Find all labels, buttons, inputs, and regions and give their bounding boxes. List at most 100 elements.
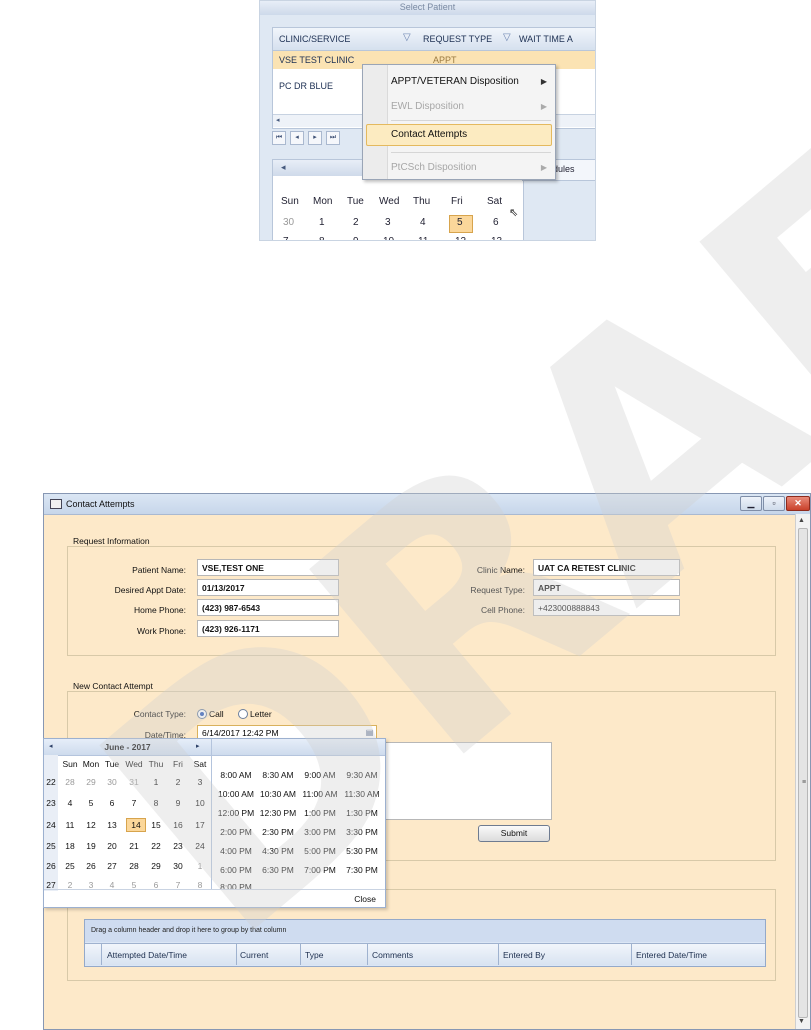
scroll-left-icon[interactable]: ◂ — [276, 116, 280, 124]
calendar-day[interactable]: 31 — [124, 777, 144, 787]
col-entered-by[interactable]: Entered By — [503, 950, 545, 960]
menu-item-ewl-disposition[interactable]: EWL Disposition — [391, 101, 464, 112]
calendar-day[interactable]: 15 — [146, 820, 166, 830]
group-by-panel[interactable]: Drag a column header and drop it here to… — [85, 920, 765, 942]
calendar-day[interactable]: 5 — [81, 798, 101, 808]
calendar-day[interactable]: 13 — [491, 236, 502, 240]
col-wait-time[interactable]: WAIT TIME A — [519, 34, 573, 44]
calendar-day[interactable]: 8 — [319, 236, 325, 240]
calendar-day[interactable]: 28 — [60, 777, 80, 787]
prev-page-button[interactable]: ◂ — [290, 131, 304, 145]
home-phone-field[interactable]: (423) 987-6543 — [197, 599, 339, 616]
calendar-day[interactable]: 30 — [168, 861, 188, 871]
calendar-day[interactable]: 4 — [60, 798, 80, 808]
col-type[interactable]: Type — [305, 950, 323, 960]
call-radio-label[interactable]: Call — [209, 709, 224, 719]
calendar-day[interactable]: 7 — [283, 236, 289, 240]
calendar-day[interactable]: 27 — [102, 861, 122, 871]
calendar-day[interactable]: 24 — [190, 841, 210, 851]
cell-phone-field[interactable]: +423000888843 — [533, 599, 680, 616]
time-slot[interactable]: 8:30 AM — [256, 770, 300, 780]
time-slot[interactable]: 12:00 PM — [214, 808, 258, 818]
time-slot[interactable]: 10:00 AM — [214, 789, 258, 799]
submit-button[interactable]: Submit — [478, 825, 550, 842]
letter-radio[interactable] — [238, 709, 248, 719]
calendar-day[interactable]: 1 — [319, 217, 325, 228]
calendar-day[interactable]: 13 — [102, 820, 122, 830]
calendar-day[interactable]: 21 — [124, 841, 144, 851]
calendar-day[interactable]: 2 — [168, 777, 188, 787]
calendar-day[interactable]: 29 — [146, 861, 166, 871]
time-slot[interactable]: 5:30 PM — [340, 846, 384, 856]
calendar-day[interactable]: 1 — [146, 777, 166, 787]
calendar-day[interactable]: 6 — [493, 217, 499, 228]
time-slot[interactable]: 1:30 PM — [340, 808, 384, 818]
calendar-day[interactable]: 8 — [146, 798, 166, 808]
time-slot[interactable]: 11:00 AM — [298, 789, 342, 799]
calendar-day-selected[interactable]: 14 — [126, 820, 146, 830]
picker-close-button[interactable]: Close — [354, 894, 376, 904]
calendar-day[interactable]: 20 — [102, 841, 122, 851]
calendar-day[interactable]: 28 — [124, 861, 144, 871]
calendar-day[interactable]: 2 — [353, 217, 359, 228]
calendar-day[interactable]: 6 — [102, 798, 122, 808]
calendar-day[interactable]: 12 — [455, 236, 466, 240]
calendar-day[interactable]: 7 — [124, 798, 144, 808]
clinic-name-field[interactable]: UAT CA RETEST CLINIC — [533, 559, 680, 576]
next-month-icon[interactable]: ▸ — [196, 742, 200, 750]
calendar-day[interactable]: 3 — [385, 217, 391, 228]
calendar-day[interactable]: 12 — [81, 820, 101, 830]
picker-month-title[interactable]: June - 2017 — [44, 742, 211, 752]
maximize-button[interactable]: ▫ — [763, 496, 785, 511]
calendar-day[interactable]: 4 — [420, 217, 426, 228]
time-slot[interactable]: 6:00 PM — [214, 865, 258, 875]
calendar-day[interactable]: 10 — [190, 798, 210, 808]
calendar-day[interactable]: 1 — [190, 861, 210, 871]
calendar-day[interactable]: 25 — [60, 861, 80, 871]
request-type-field[interactable]: APPT — [533, 579, 680, 596]
calendar-day[interactable]: 30 — [283, 217, 294, 228]
time-slot[interactable]: 11:30 AM — [340, 789, 384, 799]
time-slot[interactable]: 2:00 PM — [214, 827, 258, 837]
scroll-down-icon[interactable]: ▼ — [798, 1018, 805, 1025]
filter-icon[interactable]: ▽ — [503, 32, 511, 43]
work-phone-field[interactable]: (423) 926-1171 — [197, 620, 339, 637]
calendar-day[interactable]: 11 — [418, 236, 428, 240]
time-slot[interactable]: 6:30 PM — [256, 865, 300, 875]
menu-item-appt-veteran-disposition[interactable]: APPT/VETERAN Disposition — [391, 76, 519, 87]
desired-appt-date-field[interactable]: 01/13/2017 — [197, 579, 339, 596]
col-request-type[interactable]: REQUEST TYPE — [423, 34, 492, 44]
time-slot[interactable]: 9:00 AM — [298, 770, 342, 780]
calendar-day[interactable]: 17 — [190, 820, 210, 830]
minimize-button[interactable]: ▁ — [740, 496, 762, 511]
time-slot[interactable]: 4:30 PM — [256, 846, 300, 856]
calendar-day[interactable]: 16 — [168, 820, 188, 830]
time-slot[interactable]: 12:30 PM — [256, 808, 300, 818]
calendar-day[interactable]: 3 — [190, 777, 210, 787]
col-clinic-service[interactable]: CLINIC/SERVICE — [279, 34, 350, 44]
time-slot[interactable]: 3:30 PM — [340, 827, 384, 837]
calendar-day[interactable]: 22 — [146, 841, 166, 851]
col-attempted-datetime[interactable]: Attempted Date/Time — [107, 950, 187, 960]
calendar-day[interactable]: 9 — [168, 798, 188, 808]
time-slot[interactable]: 7:00 PM — [298, 865, 342, 875]
calendar-day[interactable]: 26 — [81, 861, 101, 871]
patient-name-field[interactable]: VSE,TEST ONE — [197, 559, 339, 576]
time-slot[interactable]: 4:00 PM — [214, 846, 258, 856]
time-slot[interactable]: 9:30 AM — [340, 770, 384, 780]
col-comments[interactable]: Comments — [372, 950, 413, 960]
col-current[interactable]: Current — [240, 950, 268, 960]
vertical-scrollbar[interactable]: ▲ ≡ ▼ — [795, 514, 810, 1029]
calendar-prev-icon[interactable]: ◂ — [281, 162, 286, 173]
letter-radio-label[interactable]: Letter — [250, 709, 272, 719]
calendar-day[interactable]: 5 — [457, 217, 463, 228]
calendar-day[interactable]: 10 — [383, 236, 394, 240]
menu-item-contact-attempts[interactable]: Contact Attempts — [391, 129, 467, 140]
calendar-day[interactable]: 9 — [353, 236, 359, 240]
time-slot[interactable]: 5:00 PM — [298, 846, 342, 856]
calendar-day[interactable]: 19 — [81, 841, 101, 851]
calendar-day[interactable]: 29 — [81, 777, 101, 787]
menu-item-ptcsch-disposition[interactable]: PtCSch Disposition — [391, 162, 477, 173]
scroll-up-icon[interactable]: ▲ — [798, 517, 805, 524]
calendar-day[interactable]: 30 — [102, 777, 122, 787]
